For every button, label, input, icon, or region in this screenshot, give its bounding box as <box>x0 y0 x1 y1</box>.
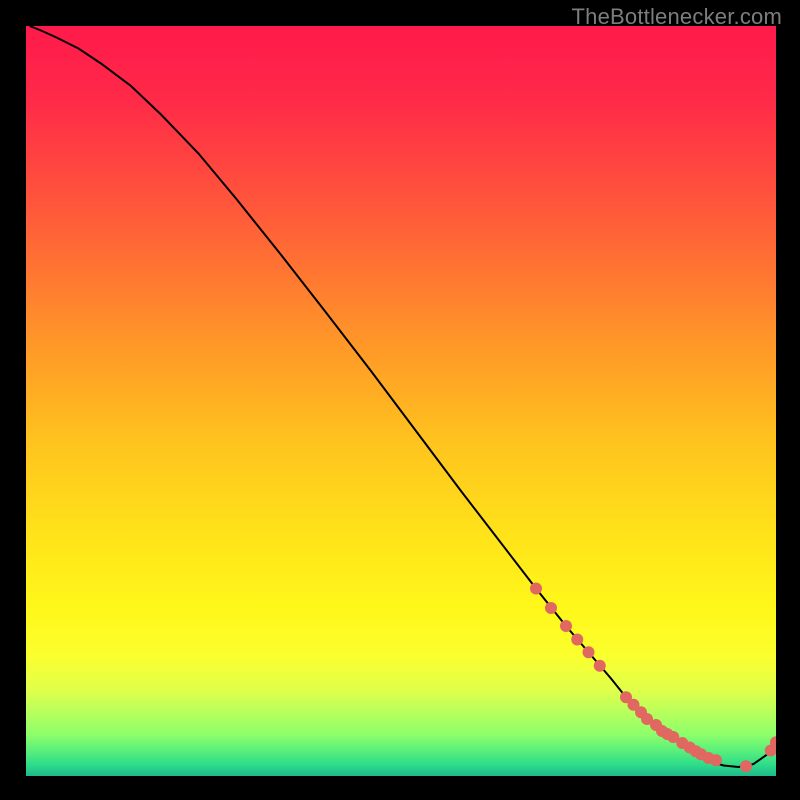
data-point <box>710 754 722 766</box>
chart-stage: TheBottlenecker.com <box>0 0 800 800</box>
plot-area <box>26 26 776 776</box>
data-point <box>530 583 542 595</box>
data-point <box>560 620 572 632</box>
data-point <box>571 634 583 646</box>
gradient-background <box>26 26 776 776</box>
data-point <box>545 602 557 614</box>
data-point <box>740 760 752 772</box>
data-point <box>583 646 595 658</box>
plot-svg <box>26 26 776 776</box>
data-point <box>594 660 606 672</box>
